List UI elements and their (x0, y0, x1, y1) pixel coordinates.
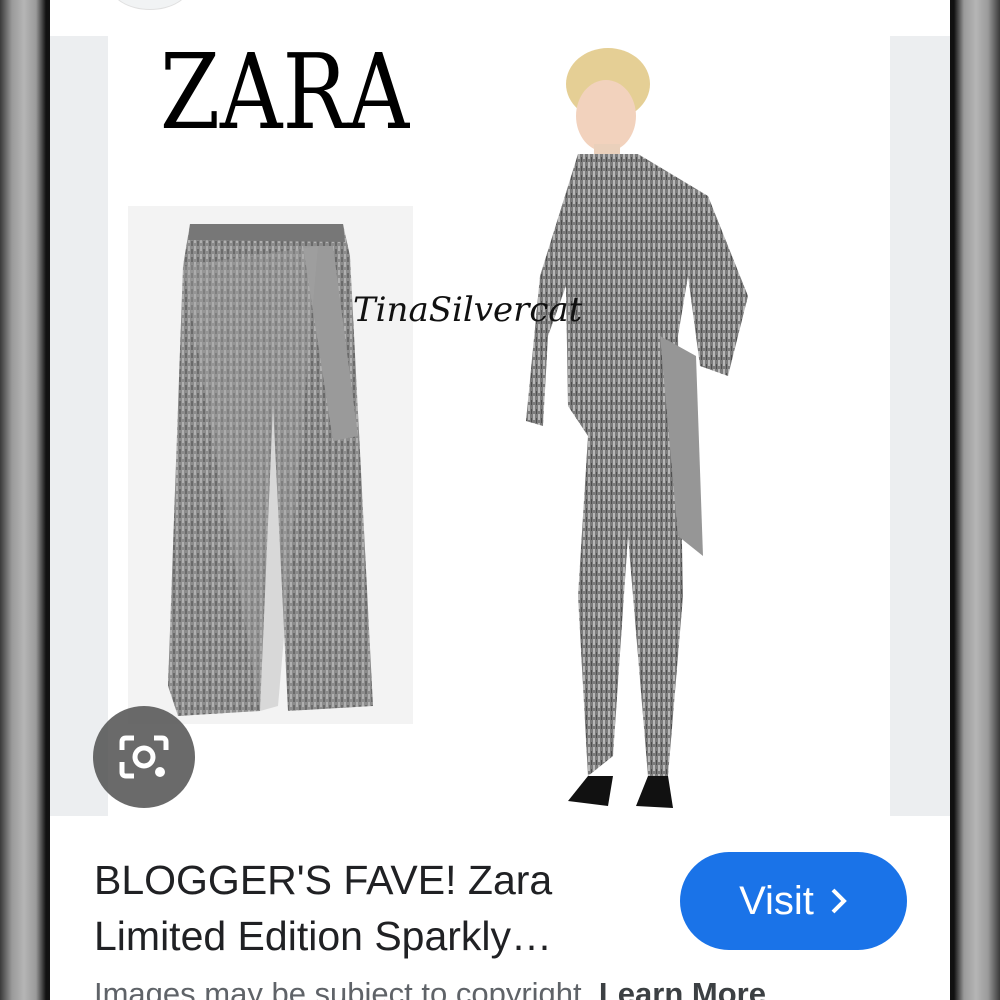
image-viewer[interactable]: ZARA TinaSilvercat (50, 36, 950, 816)
result-image[interactable]: ZARA TinaSilvercat (108, 36, 890, 816)
visit-button-label: Visit (739, 878, 814, 923)
copyright-notice: Images may be subject to copyright. Lear… (94, 976, 766, 1000)
copyright-text: Images may be subject to copyright. (94, 976, 591, 1000)
google-lens-button[interactable] (93, 706, 195, 808)
visit-button[interactable]: Visit (680, 852, 907, 950)
device-frame-right (950, 0, 1000, 1000)
chevron-right-icon (830, 887, 848, 915)
learn-more-link[interactable]: Learn More (599, 976, 766, 1000)
google-lens-icon (119, 735, 169, 779)
svg-text:ZARA: ZARA (160, 38, 410, 138)
svg-text:TinaSilvercat: TinaSilvercat (353, 290, 583, 330)
model-photo (526, 48, 748, 808)
zara-logo: ZARA (160, 38, 410, 138)
watermark: TinaSilvercat (353, 290, 583, 330)
result-title[interactable]: BLOGGER'S FAVE! Zara Limited Edition Spa… (94, 852, 654, 964)
screen: ZARA TinaSilvercat BLOGGER'S FAVE! Zara … (50, 0, 950, 1000)
top-circle-button[interactable] (110, 0, 190, 10)
